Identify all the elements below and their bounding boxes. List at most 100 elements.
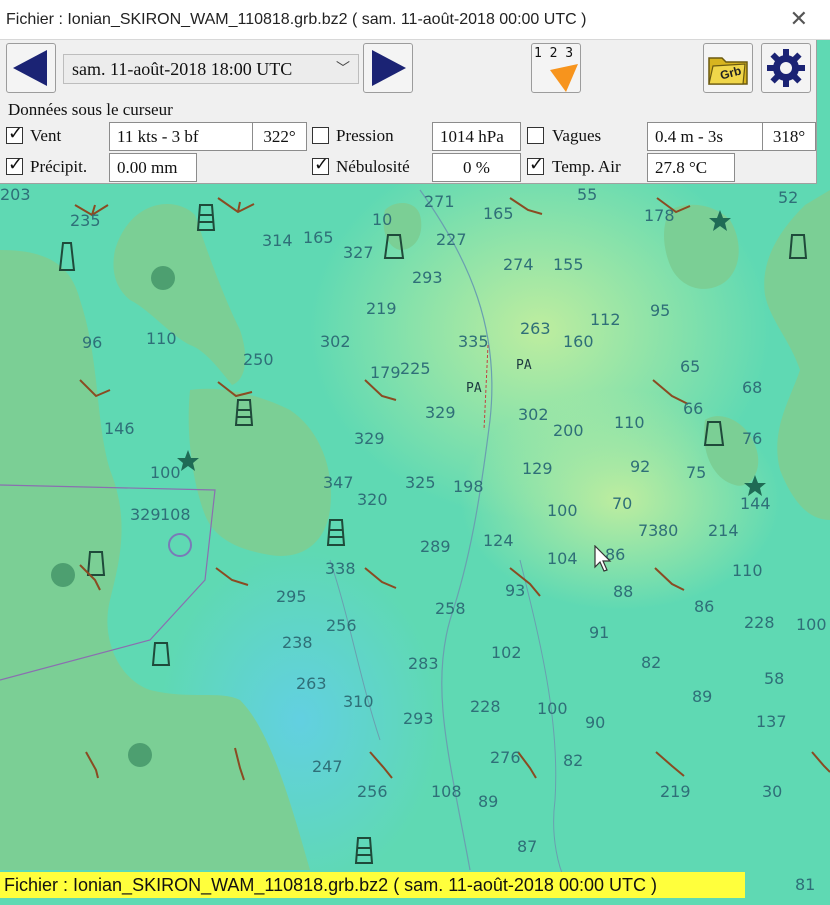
depth-sounding: 293 xyxy=(403,709,434,728)
depth-sounding: 227 xyxy=(436,230,467,249)
precip-checkbox[interactable]: ✓ xyxy=(6,154,23,175)
map-label-pa: PA xyxy=(466,381,482,396)
depth-sounding: 90 xyxy=(585,713,605,732)
gear-icon xyxy=(767,49,805,87)
depth-sounding: 104 xyxy=(547,549,578,568)
nebulosite-checkbox[interactable]: ✓ xyxy=(312,154,329,175)
depth-sounding: 95 xyxy=(650,301,670,320)
precip-value: 0.00 mm xyxy=(109,153,197,182)
date-select-value: sam. 11-août-2018 18:00 UTC xyxy=(72,59,293,79)
buoy-dot xyxy=(128,743,152,767)
depth-sounding: 100 xyxy=(150,463,181,482)
depth-sounding: 86 xyxy=(694,597,714,616)
check-icon: ✓ xyxy=(8,154,24,175)
vent-checkbox[interactable]: ✓ xyxy=(6,123,23,144)
mouse-cursor-icon xyxy=(594,545,612,572)
depth-sounding: 93 xyxy=(505,581,525,600)
depth-sounding: 320 xyxy=(357,490,388,509)
depth-sounding: 235 xyxy=(70,211,101,230)
depth-sounding: 258 xyxy=(435,599,466,618)
vagues-checkbox[interactable] xyxy=(527,127,544,144)
vent-label: Vent xyxy=(30,126,62,145)
buoy-dot xyxy=(51,563,75,587)
depth-sounding: 82 xyxy=(563,751,583,770)
temp-checkbox[interactable]: ✓ xyxy=(527,154,544,175)
depth-sounding: 329 xyxy=(425,403,456,422)
settings-button[interactable] xyxy=(761,43,811,93)
depth-sounding: 228 xyxy=(470,697,501,716)
depth-sounding: 30 xyxy=(762,782,782,801)
depth-sounding: 89 xyxy=(478,792,498,811)
prev-date-button[interactable] xyxy=(6,43,56,93)
temp-value: 27.8 °C xyxy=(647,153,735,182)
depth-sounding: 10 xyxy=(372,210,392,229)
depth-sounding: 75 xyxy=(686,463,706,482)
next-date-button[interactable] xyxy=(363,43,413,93)
buoy-dot xyxy=(151,266,175,290)
close-icon[interactable]: ✕ xyxy=(790,6,808,32)
nebulosite-label: Nébulosité xyxy=(336,157,410,176)
depth-sounding: 137 xyxy=(756,712,787,731)
depth-sounding: 302 xyxy=(518,405,549,424)
depth-sounding: 144 xyxy=(740,494,771,513)
depth-sounding: 256 xyxy=(357,782,388,801)
depth-sounding: 329 xyxy=(130,505,161,524)
depth-sounding: 302 xyxy=(320,332,351,351)
depth-sounding: 219 xyxy=(366,299,397,318)
vagues-value: 0.4 m - 3s xyxy=(647,122,763,151)
panel-heading: Données sous le curseur xyxy=(8,100,173,119)
depth-sounding: 70 xyxy=(612,494,632,513)
nebulosite-value: 0 % xyxy=(432,153,521,182)
depth-sounding: 325 xyxy=(405,473,436,492)
date-select[interactable]: sam. 11-août-2018 18:00 UTC ﹀ xyxy=(63,54,359,84)
depth-sounding: 335 xyxy=(458,332,489,351)
depth-sounding: 100 xyxy=(796,615,827,634)
depth-sounding: 338 xyxy=(325,559,356,578)
depth-sounding: 238 xyxy=(282,633,313,652)
depth-sounding: 88 xyxy=(613,582,633,601)
depth-sounding: 178 xyxy=(644,206,675,225)
depth-sounding: 91 xyxy=(589,623,609,642)
depth-sounding: 295 xyxy=(276,587,307,606)
numbers-toggle-button[interactable]: 1 2 3 xyxy=(531,43,581,93)
depth-sounding: 110 xyxy=(614,413,645,432)
depth-sounding: 66 xyxy=(683,399,703,418)
depth-sounding: 327 xyxy=(343,243,374,262)
depth-sounding: 108 xyxy=(160,505,191,524)
depth-sounding: 247 xyxy=(312,757,343,776)
depth-sounding: 89 xyxy=(692,687,712,706)
depth-sounding: 293 xyxy=(412,268,443,287)
depth-sounding: 160 xyxy=(563,332,594,351)
depth-sounding: 92 xyxy=(630,457,650,476)
arrow-right-icon xyxy=(372,50,406,86)
depth-sounding: 55 xyxy=(577,185,597,204)
depth-sounding: 198 xyxy=(453,477,484,496)
depth-sounding: 347 xyxy=(323,473,354,492)
depth-sounding: 256 xyxy=(326,616,357,635)
cursor-data-panel: sam. 11-août-2018 18:00 UTC ﹀ 1 2 3 Grb xyxy=(0,40,817,184)
vent-value: 11 kts - 3 bf xyxy=(109,122,253,151)
depth-sounding: 58 xyxy=(764,669,784,688)
map-label-pa: PA xyxy=(516,358,532,373)
window-title-bar: Fichier : Ionian_SKIRON_WAM_110818.grb.b… xyxy=(0,0,830,40)
depth-sounding: 271 xyxy=(424,192,455,211)
depth-sounding: 76 xyxy=(742,429,762,448)
depth-sounding: 179 xyxy=(370,363,401,382)
depth-sounding: 274 xyxy=(503,255,534,274)
pression-checkbox[interactable] xyxy=(312,127,329,144)
depth-sounding: 219 xyxy=(660,782,691,801)
depth-sounding: 329 xyxy=(354,429,385,448)
pression-label: Pression xyxy=(336,126,394,145)
depth-sounding: 80 xyxy=(658,521,678,540)
depth-sounding: 65 xyxy=(680,357,700,376)
check-icon: ✓ xyxy=(529,154,545,175)
precip-label: Précipit. xyxy=(30,157,88,176)
depth-sounding: 73 xyxy=(638,521,658,540)
check-icon: ✓ xyxy=(314,154,330,175)
depth-sounding: 112 xyxy=(590,310,621,329)
depth-sounding: 250 xyxy=(243,350,274,369)
depth-sounding: 310 xyxy=(343,692,374,711)
depth-sounding: 110 xyxy=(732,561,763,580)
grib-file-button[interactable]: Grb xyxy=(703,43,753,93)
depth-sounding: 165 xyxy=(303,228,334,247)
